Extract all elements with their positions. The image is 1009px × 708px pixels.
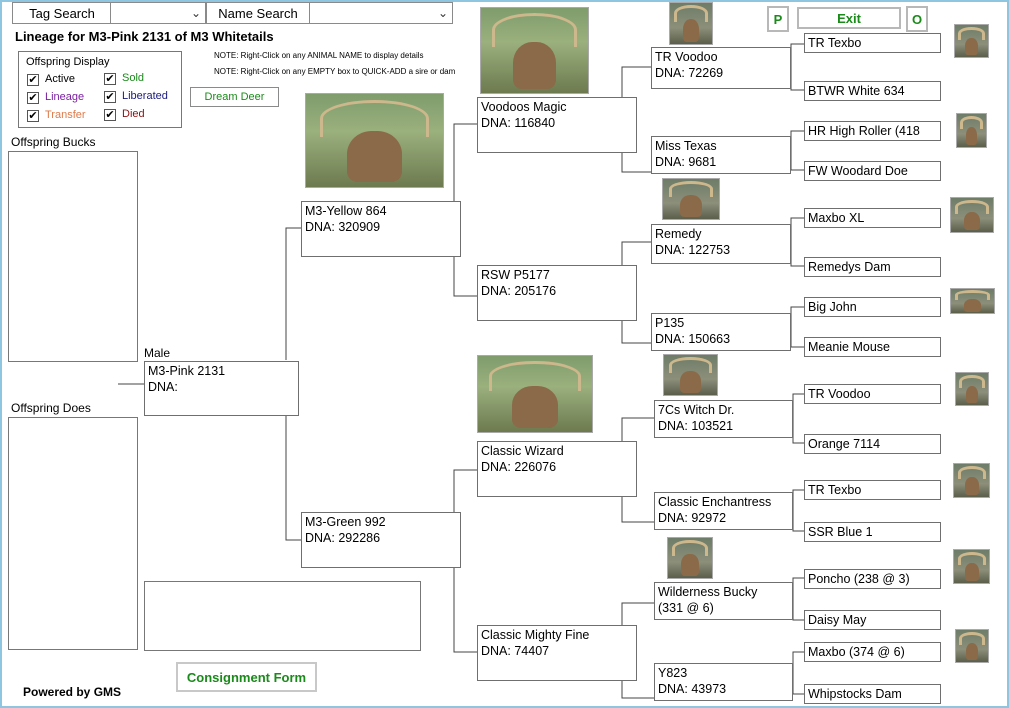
animal-name[interactable]: Big John <box>808 299 937 315</box>
sire-dna: DNA: 320909 <box>305 220 381 234</box>
animal-dna: DNA: 72269 <box>655 66 724 80</box>
animal-name[interactable]: Poncho (238 @ 3) <box>808 571 937 587</box>
animal-dna: DNA: 103521 <box>658 419 734 433</box>
pedigree-box-gen4[interactable]: Orange 7114 <box>804 434 941 454</box>
witch-dr-photo <box>663 354 718 396</box>
gen4-thumbnail <box>956 113 987 148</box>
pedigree-box-gen4[interactable]: FW Woodard Doe <box>804 161 941 181</box>
animal-name[interactable]: Maxbo (374 @ 6) <box>808 644 937 660</box>
subject-sex-label: Male <box>144 346 171 360</box>
pedigree-box-gen4[interactable]: Maxbo (374 @ 6) <box>804 642 941 662</box>
gen4-thumbnail <box>954 24 989 58</box>
pedigree-box-rsw-p5177[interactable]: RSW P5177 DNA: 205176 <box>477 265 637 321</box>
pedigree-box-gen4[interactable]: Maxbo XL <box>804 208 941 228</box>
pedigree-box-gen4[interactable]: Whipstocks Dam <box>804 684 941 704</box>
subject-box[interactable]: M3-Pink 2131 DNA: <box>144 361 299 416</box>
animal-dna: DNA: 74407 <box>481 644 550 658</box>
animal-name[interactable]: Remedy <box>655 226 787 242</box>
classic-wizard-photo <box>477 355 593 433</box>
animal-dna: DNA: 122753 <box>655 243 731 257</box>
pedigree-box-witch-dr[interactable]: 7Cs Witch Dr. DNA: 103521 <box>654 400 793 438</box>
animal-name[interactable]: Wilderness Bucky <box>658 584 789 600</box>
animal-name[interactable]: Classic Enchantress <box>658 494 789 510</box>
pedigree-box-gen4[interactable]: Meanie Mouse <box>804 337 941 357</box>
animal-dna: DNA: 150663 <box>655 332 731 346</box>
animal-name[interactable]: FW Woodard Doe <box>808 163 937 179</box>
animal-dna: DNA: 43973 <box>658 682 727 696</box>
pedigree-box-gen4[interactable]: Daisy May <box>804 610 941 630</box>
gen4-thumbnail <box>955 372 989 406</box>
pedigree-box-gen4[interactable]: Poncho (238 @ 3) <box>804 569 941 589</box>
animal-name[interactable]: Classic Mighty Fine <box>481 627 633 643</box>
animal-dna: (331 @ 6) <box>658 601 714 615</box>
dam-box[interactable]: M3-Green 992 DNA: 292286 <box>301 512 461 568</box>
sire-name[interactable]: M3-Yellow 864 <box>305 203 457 219</box>
gen4-thumbnail <box>953 549 990 584</box>
pedigree-box-gen4[interactable]: TR Voodoo <box>804 384 941 404</box>
wilderness-bucky-photo <box>667 537 713 579</box>
remedy-photo <box>662 178 720 220</box>
sire-photo <box>305 93 444 188</box>
animal-name[interactable]: TR Texbo <box>808 482 937 498</box>
gen4-thumbnail <box>955 629 989 663</box>
animal-dna: DNA: 226076 <box>481 460 557 474</box>
animal-name[interactable]: Voodoos Magic <box>481 99 633 115</box>
animal-name[interactable]: HR High Roller (418 <box>808 123 937 139</box>
animal-dna: DNA: 9681 <box>655 155 717 169</box>
pedigree-box-gen4[interactable]: BTWR White 634 <box>804 81 941 101</box>
voodoos-magic-photo <box>480 7 589 94</box>
animal-name[interactable]: Maxbo XL <box>808 210 937 226</box>
animal-name[interactable]: BTWR White 634 <box>808 83 937 99</box>
pedigree-box-gen4[interactable]: SSR Blue 1 <box>804 522 941 542</box>
animal-name[interactable]: TR Voodoo <box>655 49 787 65</box>
pedigree-box-gen4[interactable]: TR Texbo <box>804 33 941 53</box>
pedigree-box-voodoos-magic[interactable]: Voodoos Magic DNA: 116840 <box>477 97 637 153</box>
animal-name[interactable]: Miss Texas <box>655 138 787 154</box>
sire-box[interactable]: M3-Yellow 864 DNA: 320909 <box>301 201 461 257</box>
animal-name[interactable]: Whipstocks Dam <box>808 686 937 702</box>
pedigree-box-gen4[interactable]: Big John <box>804 297 941 317</box>
animal-name[interactable]: TR Texbo <box>808 35 937 51</box>
pedigree-box-y823[interactable]: Y823 DNA: 43973 <box>654 663 793 701</box>
animal-dna: DNA: 205176 <box>481 284 557 298</box>
pedigree-box-wilderness-bucky[interactable]: Wilderness Bucky (331 @ 6) <box>654 582 793 620</box>
pedigree-box-p135[interactable]: P135 DNA: 150663 <box>651 313 791 351</box>
gen4-thumbnail <box>953 463 990 498</box>
pedigree-box-miss-texas[interactable]: Miss Texas DNA: 9681 <box>651 136 791 174</box>
gen4-thumbnail <box>950 288 995 314</box>
dam-dna: DNA: 292286 <box>305 531 381 545</box>
pedigree-box-gen4[interactable]: TR Texbo <box>804 480 941 500</box>
pedigree-box-gen4[interactable]: HR High Roller (418 <box>804 121 941 141</box>
gen4-thumbnail <box>950 197 994 233</box>
animal-name[interactable]: Daisy May <box>808 612 937 628</box>
animal-name[interactable]: Orange 7114 <box>808 436 937 452</box>
pedigree-box-remedy[interactable]: Remedy DNA: 122753 <box>651 224 791 264</box>
subject-name[interactable]: M3-Pink 2131 <box>148 363 295 379</box>
animal-name[interactable]: TR Voodoo <box>808 386 937 402</box>
tr-voodoo-photo <box>669 2 713 45</box>
animal-name[interactable]: RSW P5177 <box>481 267 633 283</box>
animal-name[interactable]: Remedys Dam <box>808 259 937 275</box>
pedigree-box-gen4[interactable]: Remedys Dam <box>804 257 941 277</box>
pedigree-box-classic-wizard[interactable]: Classic Wizard DNA: 226076 <box>477 441 637 497</box>
pedigree-box-classic-enchantress[interactable]: Classic Enchantress DNA: 92972 <box>654 492 793 530</box>
subject-dna: DNA: <box>148 380 178 394</box>
animal-name[interactable]: SSR Blue 1 <box>808 524 937 540</box>
animal-name[interactable]: Classic Wizard <box>481 443 633 459</box>
pedigree-box-classic-mighty-fine[interactable]: Classic Mighty Fine DNA: 74407 <box>477 625 637 681</box>
animal-name[interactable]: P135 <box>655 315 787 331</box>
animal-dna: DNA: 92972 <box>658 511 727 525</box>
pedigree-box-tr-voodoo[interactable]: TR Voodoo DNA: 72269 <box>651 47 791 89</box>
animal-dna: DNA: 116840 <box>481 116 556 130</box>
dam-name[interactable]: M3-Green 992 <box>305 514 457 530</box>
animal-name[interactable]: Meanie Mouse <box>808 339 937 355</box>
animal-name[interactable]: 7Cs Witch Dr. <box>658 402 789 418</box>
animal-name[interactable]: Y823 <box>658 665 789 681</box>
